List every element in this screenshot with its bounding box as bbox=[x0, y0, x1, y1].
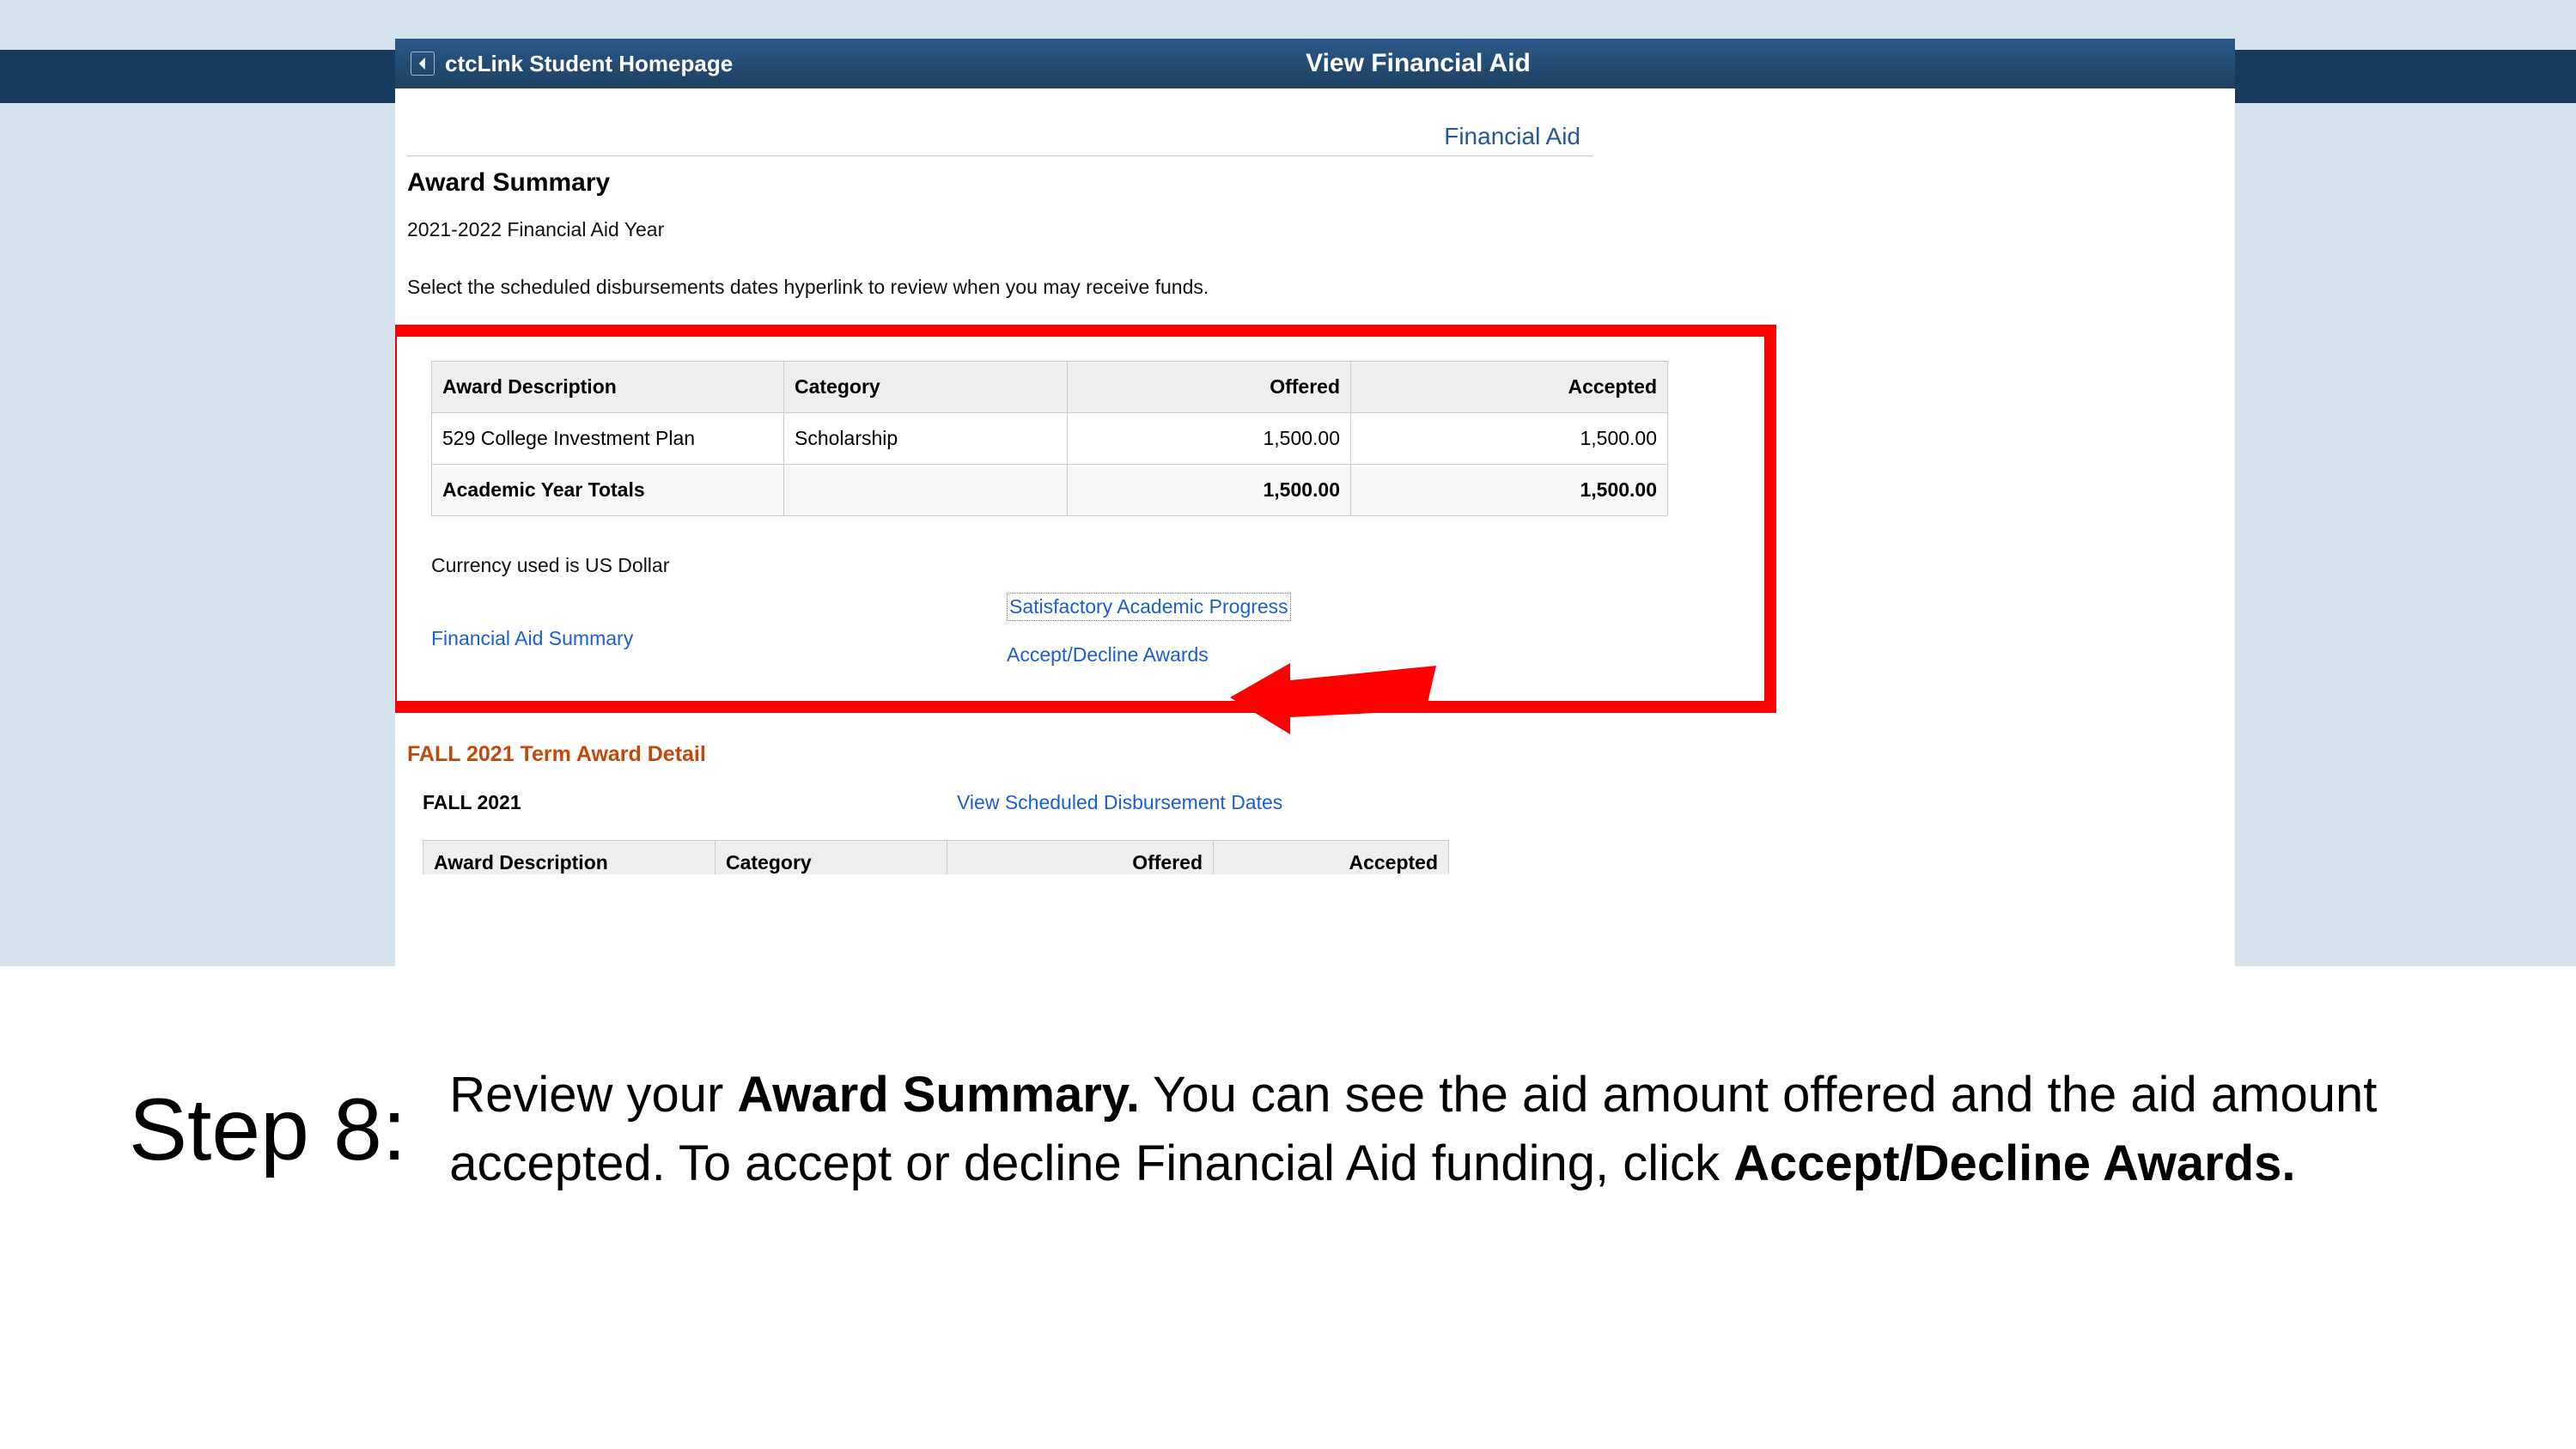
totals-accepted: 1,500.00 bbox=[1351, 465, 1668, 516]
cell-category: Scholarship bbox=[784, 413, 1068, 465]
back-button-label: ctcLink Student Homepage bbox=[445, 51, 733, 77]
cell-offered: 1,500.00 bbox=[1068, 413, 1351, 465]
section-title: Award Summary bbox=[407, 168, 2223, 198]
term-label: FALL 2021 bbox=[407, 791, 957, 814]
view-scheduled-disbursement-dates-link[interactable]: View Scheduled Disbursement Dates bbox=[957, 791, 1282, 814]
col-category: Category bbox=[784, 362, 1068, 413]
cell-accepted: 1,500.00 bbox=[1351, 413, 1668, 465]
totals-empty bbox=[784, 465, 1068, 516]
term-award-detail-heading: FALL 2021 Term Award Detail bbox=[407, 742, 2223, 767]
totals-offered: 1,500.00 bbox=[1068, 465, 1351, 516]
term-detail-table: Award Description Category Offered Accep… bbox=[423, 840, 1449, 874]
page-title: View Financial Aid bbox=[1306, 49, 1531, 78]
table-totals-row: Academic Year Totals 1,500.00 1,500.00 bbox=[432, 465, 1668, 516]
cell-desc: 529 College Investment Plan bbox=[432, 413, 784, 465]
table-header-row: Award Description Category Offered Accep… bbox=[423, 841, 1449, 875]
step-instruction-text: Review your Award Summary. You can see t… bbox=[449, 1061, 2456, 1198]
screenshot-region: ctcLink Student Homepage View Financial … bbox=[0, 0, 2576, 966]
term-row: FALL 2021 View Scheduled Disbursement Da… bbox=[407, 791, 2223, 814]
award-summary-table: Award Description Category Offered Accep… bbox=[431, 361, 1668, 516]
financial-aid-link-row: Financial Aid bbox=[407, 88, 1592, 156]
table-header-row: Award Description Category Offered Accep… bbox=[432, 362, 1668, 413]
back-button[interactable]: ctcLink Student Homepage bbox=[395, 51, 733, 77]
highlight-callout: Award Description Category Offered Accep… bbox=[395, 325, 1776, 713]
satisfactory-academic-progress-link[interactable]: Satisfactory Academic Progress bbox=[1007, 593, 1291, 621]
col-offered: Offered bbox=[947, 841, 1214, 875]
col-accepted: Accepted bbox=[1214, 841, 1449, 875]
links-row: Financial Aid Summary Satisfactory Acade… bbox=[431, 593, 1742, 667]
step-number: Step 8: bbox=[129, 1080, 406, 1180]
content-area: Financial Aid Award Summary 2021-2022 Fi… bbox=[395, 88, 2235, 874]
financial-aid-summary-link[interactable]: Financial Aid Summary bbox=[431, 627, 633, 649]
text-segment: Review your bbox=[449, 1067, 737, 1123]
totals-label: Academic Year Totals bbox=[432, 465, 784, 516]
col-category: Category bbox=[716, 841, 947, 875]
col-accepted: Accepted bbox=[1351, 362, 1668, 413]
tutorial-step: Step 8: Review your Award Summary. You c… bbox=[0, 966, 2576, 1250]
aid-year-label: 2021-2022 Financial Aid Year bbox=[407, 218, 2223, 241]
col-offered: Offered bbox=[1068, 362, 1351, 413]
instruction-text: Select the scheduled disbursements dates… bbox=[407, 276, 2223, 299]
table-row: 529 College Investment Plan Scholarship … bbox=[432, 413, 1668, 465]
col-award-description: Award Description bbox=[423, 841, 716, 875]
text-bold: Accept/Decline Awards. bbox=[1733, 1135, 2295, 1191]
currency-note: Currency used is US Dollar bbox=[431, 554, 1742, 577]
accept-decline-awards-link[interactable]: Accept/Decline Awards bbox=[1007, 643, 1209, 667]
app-window: ctcLink Student Homepage View Financial … bbox=[395, 39, 2235, 966]
financial-aid-link[interactable]: Financial Aid bbox=[1444, 123, 1580, 149]
chevron-left-icon bbox=[411, 52, 435, 76]
app-header: ctcLink Student Homepage View Financial … bbox=[395, 39, 2235, 88]
col-award-description: Award Description bbox=[432, 362, 784, 413]
text-bold: Award Summary. bbox=[737, 1067, 1139, 1123]
